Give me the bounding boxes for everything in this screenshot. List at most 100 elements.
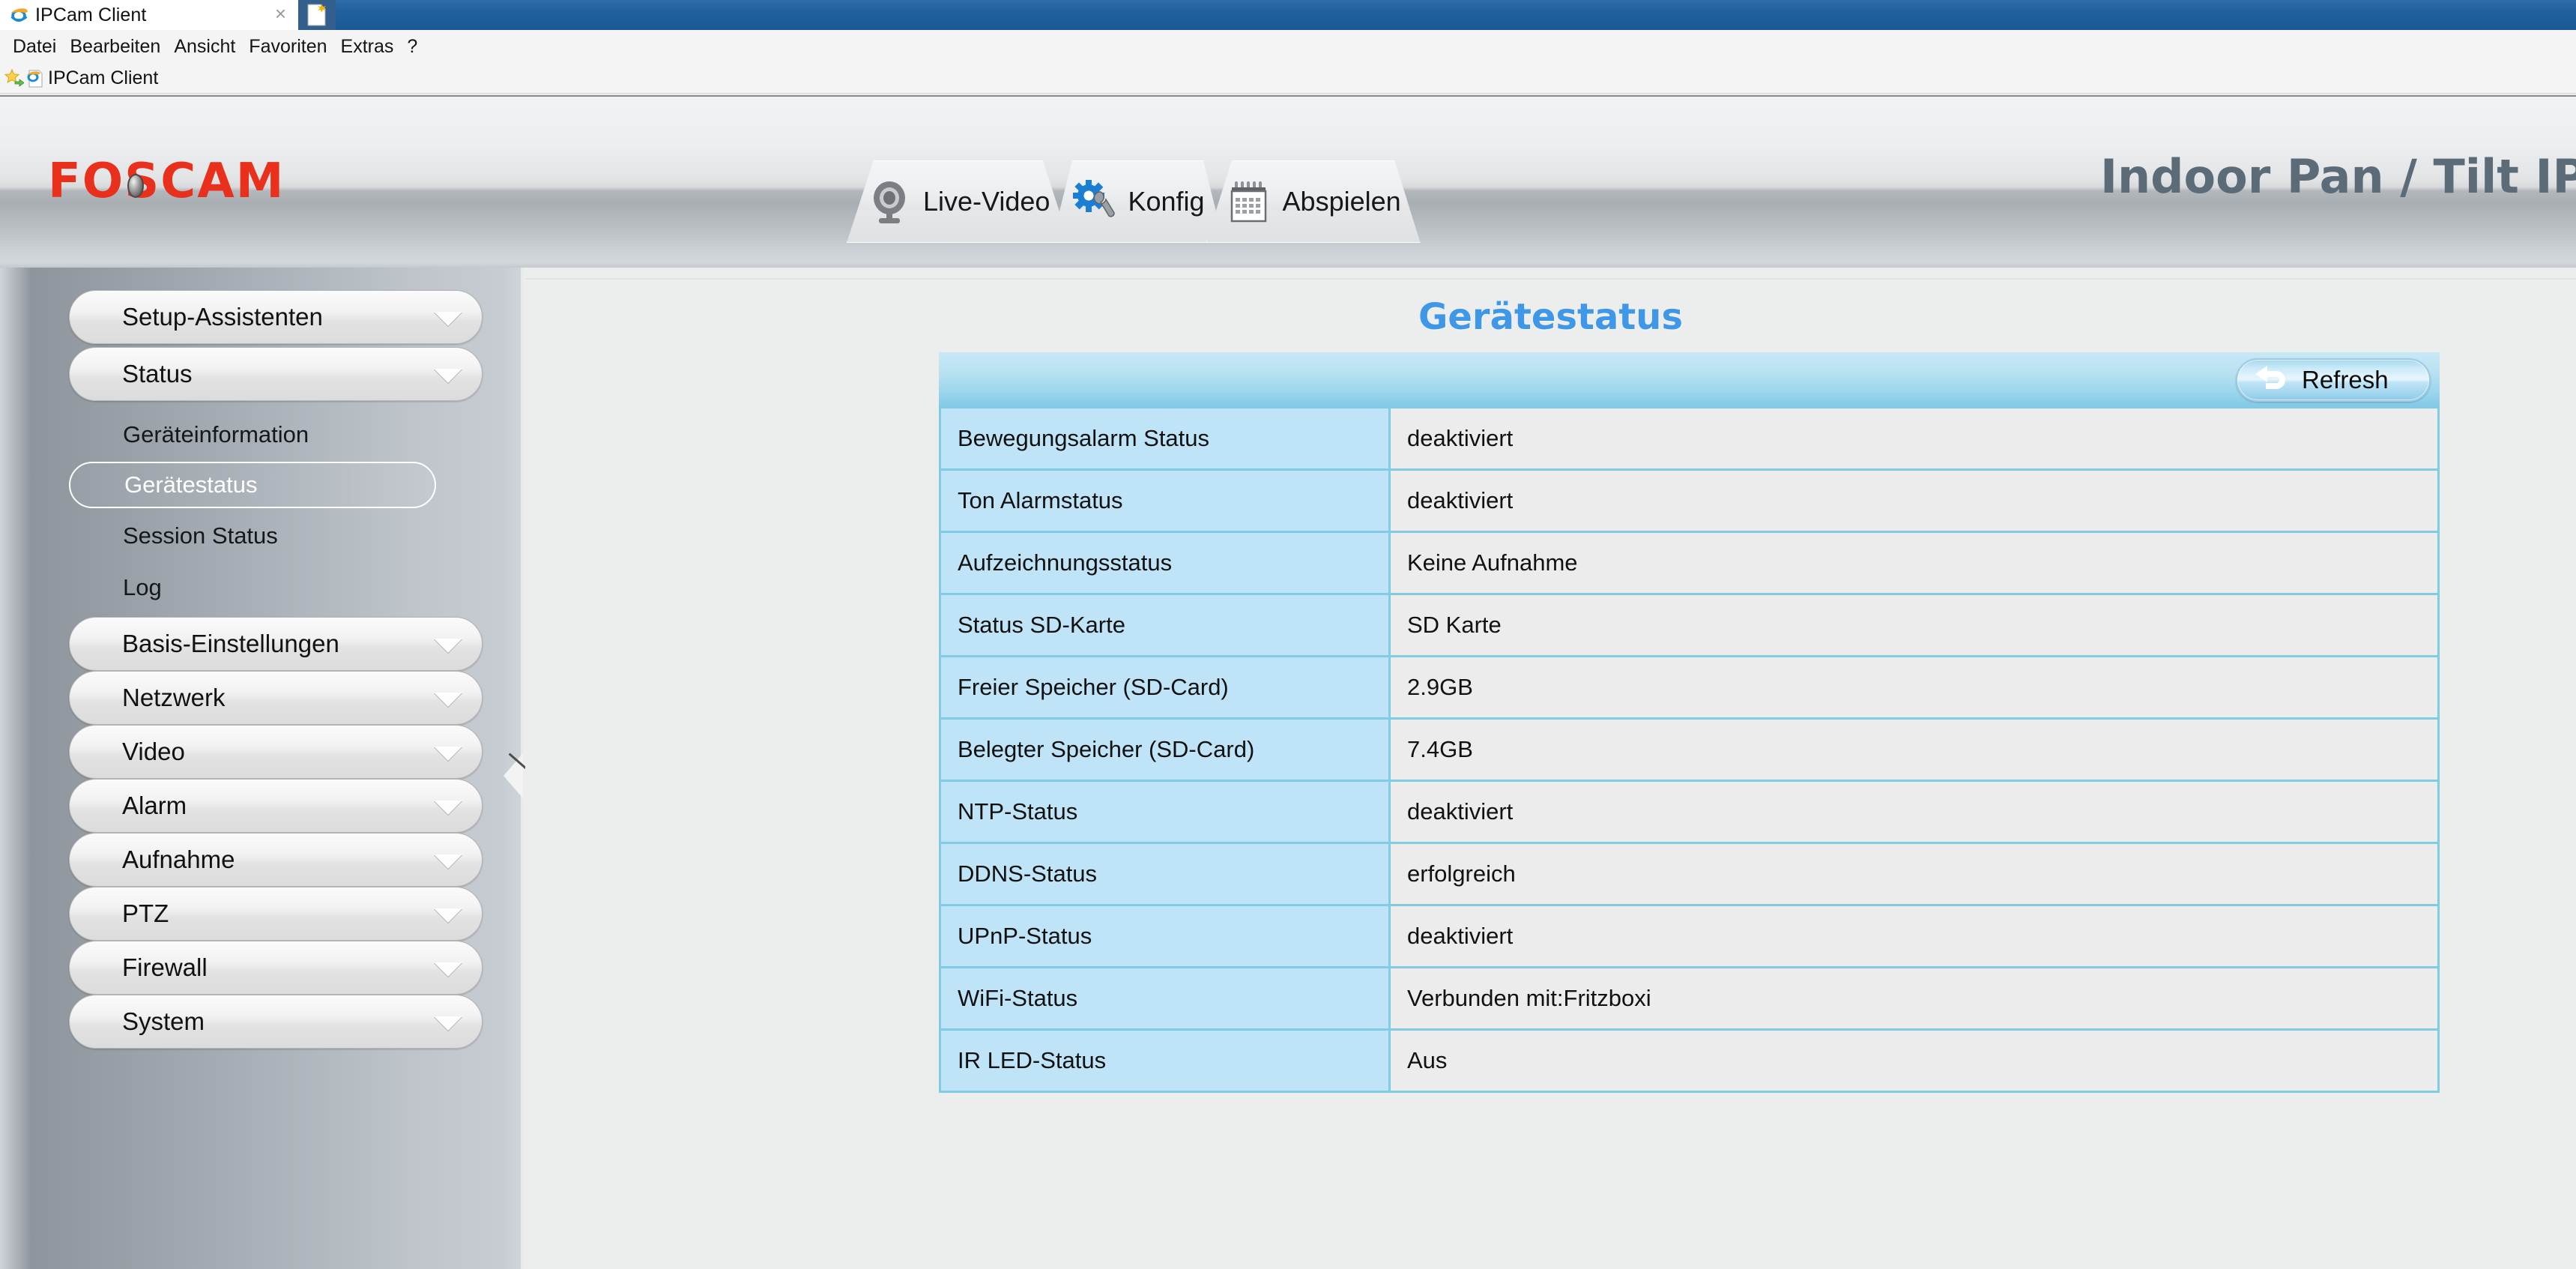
sidebar-collapse-handle[interactable]	[504, 753, 523, 798]
sidebar-item-label: Geräteinformation	[123, 421, 309, 447]
status-value: deaktiviert	[1388, 406, 2440, 471]
app-nav-tabs: Live-Video Konfig Abspielen	[847, 160, 1421, 243]
chevron-down-icon	[434, 908, 462, 923]
sidebar-item-system[interactable]: System	[69, 995, 483, 1049]
tab-live-video-label: Live-Video	[923, 186, 1050, 217]
menu-item-ansicht[interactable]: Ansicht	[167, 36, 242, 58]
status-value: Keine Aufnahme	[1388, 531, 2440, 595]
panel-header: Refresh	[939, 352, 2440, 406]
sidebar-item-basis-einstellungen[interactable]: Basis-Einstellungen	[69, 617, 483, 671]
foscam-logo: FOSCAM	[48, 154, 285, 209]
status-value: Aus	[1388, 1028, 2440, 1093]
sidebar-item-label: Log	[123, 574, 162, 600]
close-icon[interactable]: ×	[270, 4, 291, 26]
calendar-icon	[1226, 178, 1272, 225]
table-row: WiFi-Status Verbunden mit:Fritzboxi	[939, 966, 2440, 1031]
sidebar-item-netzwerk[interactable]: Netzwerk	[69, 671, 483, 725]
page-icon	[26, 69, 44, 88]
status-key: NTP-Status	[939, 780, 1391, 844]
status-value: deaktiviert	[1388, 780, 2440, 844]
content-divider	[525, 278, 2576, 280]
status-key: DDNS-Status	[939, 842, 1391, 906]
foscam-lens-icon	[127, 174, 144, 198]
table-row: Aufzeichnungsstatus Keine Aufnahme	[939, 531, 2440, 595]
menu-item-datei[interactable]: Datei	[6, 36, 63, 58]
status-value: 7.4GB	[1388, 717, 2440, 782]
sidebar-item-geraeteinformation[interactable]: Geräteinformation	[69, 412, 444, 458]
menu-item-extras[interactable]: Extras	[334, 36, 401, 58]
chevron-down-icon	[434, 854, 462, 869]
device-status-panel: Refresh Bewegungsalarm Status deaktivier…	[939, 352, 2440, 1093]
status-value: deaktiviert	[1388, 468, 2440, 533]
sidebar-item-geraetestatus[interactable]: Gerätestatus	[69, 462, 436, 508]
refresh-button[interactable]: Refresh	[2236, 358, 2431, 402]
status-value: erfolgreich	[1388, 842, 2440, 906]
chevron-down-icon	[434, 312, 462, 326]
sidebar-item-label: Firewall	[122, 953, 208, 981]
main-content: Gerätestatus Refresh Bewegungsalarm Stat…	[525, 268, 2576, 1269]
sidebar-item-label: Netzwerk	[122, 684, 226, 711]
camera-icon	[866, 178, 913, 225]
browser-menu-bar: Datei Bearbeiten Ansicht Favoriten Extra…	[0, 30, 2576, 64]
status-key: Bewegungsalarm Status	[939, 406, 1391, 471]
status-key: Status SD-Karte	[939, 593, 1391, 657]
table-row: NTP-Status deaktiviert	[939, 780, 2440, 844]
sidebar-item-log[interactable]: Log	[69, 564, 444, 611]
browser-title-bar: IPCam Client ×	[0, 0, 2576, 30]
status-key: IR LED-Status	[939, 1028, 1391, 1093]
sidebar-item-label: Gerätestatus	[124, 471, 258, 498]
sidebar-item-label: PTZ	[122, 899, 169, 927]
status-key: UPnP-Status	[939, 904, 1391, 968]
menu-item-favoriten[interactable]: Favoriten	[242, 36, 333, 58]
menu-item-bearbeiten[interactable]: Bearbeiten	[63, 36, 167, 58]
status-value: deaktiviert	[1388, 904, 2440, 968]
sidebar-item-setup-assistenten[interactable]: Setup-Assistenten	[69, 290, 483, 344]
tab-abspielen[interactable]: Abspielen	[1206, 160, 1421, 243]
browser-tab-title: IPCam Client	[35, 4, 147, 25]
table-row: Ton Alarmstatus deaktiviert	[939, 468, 2440, 533]
favorite-item-label[interactable]: IPCam Client	[48, 67, 158, 89]
sidebar-item-session-status[interactable]: Session Status	[69, 513, 444, 559]
sidebar-item-video[interactable]: Video	[69, 725, 483, 779]
undo-arrow-icon	[2251, 364, 2291, 397]
tab-konfig[interactable]: Konfig	[1051, 160, 1224, 243]
sidebar: Setup-Assistenten Status Geräteinformati…	[0, 268, 527, 1269]
sidebar-item-status[interactable]: Status	[69, 347, 483, 401]
tab-live-video[interactable]: Live-Video	[847, 160, 1070, 243]
table-row: Freier Speicher (SD-Card) 2.9GB	[939, 655, 2440, 720]
table-row: Status SD-Karte SD Karte	[939, 593, 2440, 657]
table-row: IR LED-Status Aus	[939, 1028, 2440, 1093]
sidebar-item-label: System	[122, 1007, 205, 1035]
chevron-down-icon	[434, 1016, 462, 1031]
favorites-star-icon[interactable]	[4, 68, 25, 88]
sidebar-item-label: Video	[122, 738, 185, 765]
chevron-down-icon	[434, 747, 462, 761]
sidebar-item-label: Setup-Assistenten	[122, 303, 323, 331]
refresh-button-label: Refresh	[2302, 366, 2389, 394]
sidebar-item-ptz[interactable]: PTZ	[69, 887, 483, 941]
status-key: Aufzeichnungsstatus	[939, 531, 1391, 595]
sidebar-item-alarm[interactable]: Alarm	[69, 779, 483, 833]
internet-explorer-icon	[9, 5, 28, 25]
sidebar-item-aufnahme[interactable]: Aufnahme	[69, 833, 483, 887]
new-tab-button[interactable]	[298, 0, 336, 30]
table-row: Bewegungsalarm Status deaktiviert	[939, 406, 2440, 471]
device-status-table: Bewegungsalarm Status deaktiviert Ton Al…	[939, 406, 2440, 1093]
device-model-title: Indoor Pan / Tilt IP	[2099, 149, 2576, 204]
chevron-down-icon	[434, 801, 462, 815]
table-row: Belegter Speicher (SD-Card) 7.4GB	[939, 717, 2440, 782]
chevron-down-icon	[434, 693, 462, 707]
status-value: SD Karte	[1388, 593, 2440, 657]
chevron-down-icon	[434, 639, 462, 653]
status-key: Belegter Speicher (SD-Card)	[939, 717, 1391, 782]
status-key: Freier Speicher (SD-Card)	[939, 655, 1391, 720]
sidebar-item-label: Basis-Einstellungen	[122, 630, 339, 657]
menu-item-help[interactable]: ?	[400, 36, 424, 58]
sidebar-item-label: Aufnahme	[122, 846, 235, 873]
status-key: WiFi-Status	[939, 966, 1391, 1031]
sidebar-item-label: Session Status	[123, 522, 278, 549]
status-value: Verbunden mit:Fritzboxi	[1388, 966, 2440, 1031]
browser-tab[interactable]: IPCam Client ×	[0, 0, 298, 30]
sidebar-item-firewall[interactable]: Firewall	[69, 941, 483, 995]
tab-abspielen-label: Abspielen	[1282, 186, 1401, 217]
